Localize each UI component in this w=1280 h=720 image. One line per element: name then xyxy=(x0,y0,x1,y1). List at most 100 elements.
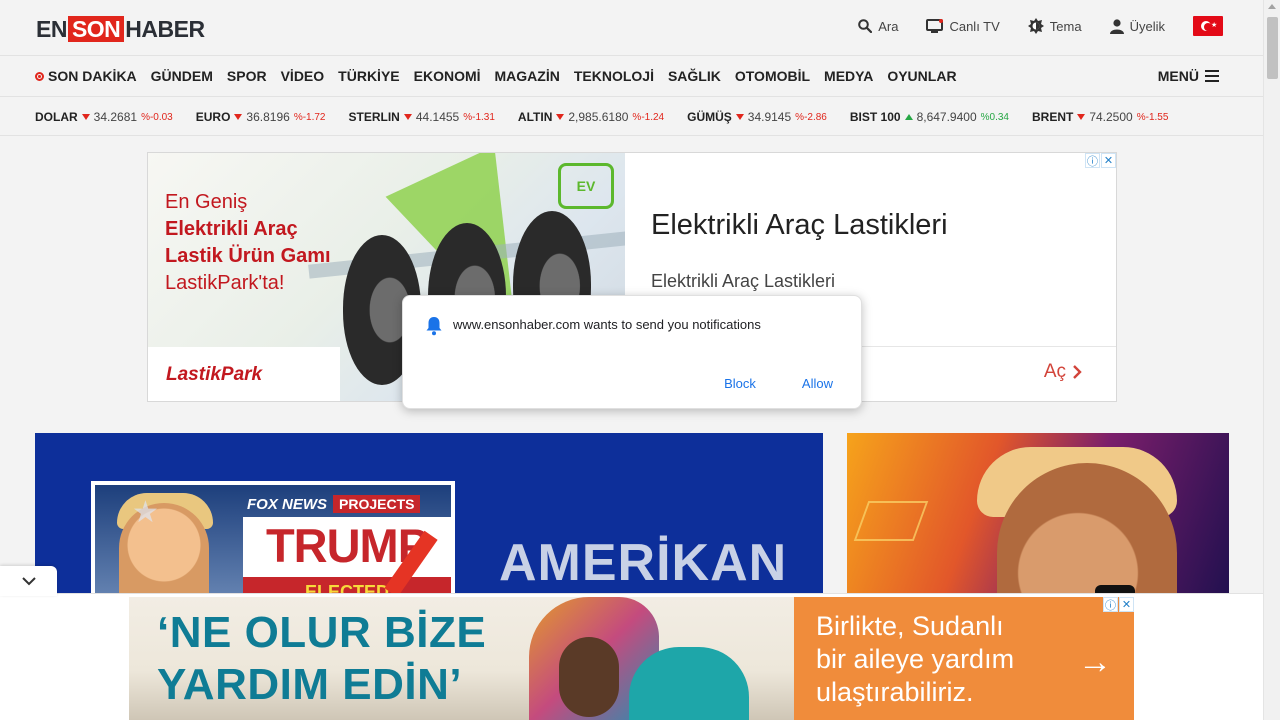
block-button[interactable]: Block xyxy=(724,376,756,391)
ticker-value: 34.9145 xyxy=(747,110,792,124)
nav-items: SON DAKİKA GÜNDEM SPOR VİDEO TÜRKİYE EKO… xyxy=(35,68,957,84)
ticker-name: STERLIN xyxy=(348,110,400,124)
nav-item-teknoloji[interactable]: TEKNOLOJİ xyxy=(574,68,654,84)
logo-en: EN xyxy=(36,15,67,42)
hero-news-card[interactable]: FOX NEWS PROJECTS TRUMP ELECTED ★ AMERİK… xyxy=(35,433,823,598)
hexagon-graphic xyxy=(853,501,929,541)
fox-text: FOX NEWS xyxy=(247,495,328,513)
live-tv-label: Canlı TV xyxy=(949,18,1000,34)
side-news-card[interactable] xyxy=(847,433,1229,598)
scrollbar-thumb[interactable] xyxy=(1267,17,1278,79)
ticker-row: DOLAR 34.2681 %-0.03 EURO 36.8196 %-1.72 STE… xyxy=(35,110,1168,124)
down-arrow-icon xyxy=(234,114,243,120)
ad-bottom-cta-text: Birlikte, Sudanlı bir aileye yardım ulaş… xyxy=(816,610,1014,709)
vertical-scrollbar[interactable] xyxy=(1263,0,1280,720)
cta-line: bir aileye yardım xyxy=(816,644,1015,674)
bell-icon xyxy=(426,317,442,336)
market-tickers: DOLAR 34.2681 %-0.03 EURO 36.8196 %-1.72 STE… xyxy=(0,98,1263,136)
nav-item-otomobil[interactable]: OTOMOBİL xyxy=(735,68,810,84)
ad-open-label: Aç xyxy=(1043,361,1066,382)
nav-item-video[interactable]: VİDEO xyxy=(281,68,325,84)
live-tv-button[interactable]: Canlı TV xyxy=(926,18,1000,34)
search-icon xyxy=(858,19,873,33)
nav-item-spor[interactable]: SPOR xyxy=(227,68,267,84)
nav-item-saglik[interactable]: SAĞLIK xyxy=(668,68,721,84)
ticker-brent[interactable]: BRENT 74.2500 %-1.55 xyxy=(1032,110,1168,124)
fox-news-label: FOX NEWS PROJECTS xyxy=(247,495,421,513)
cta-line: ulaştırabiliriz. xyxy=(816,677,974,707)
hero-title[interactable]: AMERİKAN xyxy=(499,533,787,593)
nav-item-turkiye[interactable]: TÜRKİYE xyxy=(338,68,399,84)
notification-message: www.ensonhaber.com wants to send you not… xyxy=(453,317,761,332)
ticker-euro[interactable]: EURO 36.8196 %-1.72 xyxy=(196,110,326,124)
ticker-name: DOLAR xyxy=(35,110,78,124)
ticker-value: 2,985.6180 xyxy=(568,110,629,124)
ad-info-icon[interactable]: ⓘ xyxy=(1085,153,1100,168)
ad-bottom-image: ‘NE OLUR BİZE YARDIM EDİN’ xyxy=(129,597,794,720)
page: EN SON HABER Ara Canlı TV Tema Üyelik ★ … xyxy=(0,0,1263,720)
star-icon: ★ xyxy=(132,496,159,529)
ad-info-icon[interactable]: ⓘ xyxy=(1103,597,1118,612)
membership-button[interactable]: Üyelik xyxy=(1109,18,1165,34)
ticker-value: 34.2681 xyxy=(93,110,138,124)
ad-image-text: En Geniş Elektrikli Araç Lastik Ürün Gam… xyxy=(165,189,331,297)
nav-item-oyunlar[interactable]: OYUNLAR xyxy=(887,68,956,84)
menu-button[interactable]: MENÜ xyxy=(1158,68,1219,84)
logo-haber: HABER xyxy=(125,15,205,42)
tv-icon xyxy=(926,19,944,33)
nav-item-magazin[interactable]: MAGAZİN xyxy=(495,68,560,84)
menu-label: MENÜ xyxy=(1157,68,1199,84)
ticker-change: %-0.03 xyxy=(141,111,173,123)
logo-son: SON xyxy=(67,16,125,42)
ad-close-icon[interactable]: ✕ xyxy=(1119,597,1134,612)
site-logo[interactable]: EN SON HABER xyxy=(36,16,205,42)
turkey-flag-icon[interactable]: ★ xyxy=(1193,16,1223,36)
arrow-right-icon[interactable]: → xyxy=(1078,643,1112,682)
ad-bottom-person-image xyxy=(529,597,749,720)
bottom-advertisement[interactable]: ‘NE OLUR BİZE YARDIM EDİN’ Birlikte, Sud… xyxy=(129,597,1134,720)
ticker-sterlin[interactable]: STERLIN 44.1455 %-1.31 xyxy=(349,110,495,124)
ad-title[interactable]: Elektrikli Araç Lastikleri xyxy=(651,209,948,242)
ticker-change: %-1.24 xyxy=(632,111,665,123)
ticker-value: 8,647.9400 xyxy=(916,110,977,124)
ad-bottom-cta-panel[interactable]: Birlikte, Sudanlı bir aileye yardım ulaş… xyxy=(794,597,1134,720)
nav-item-son-dakika[interactable]: SON DAKİKA xyxy=(35,68,137,84)
ev-badge-icon: EV xyxy=(558,163,614,209)
up-arrow-icon xyxy=(904,114,913,120)
ticker-change: %-1.72 xyxy=(293,111,326,123)
ticker-name: BIST 100 xyxy=(849,110,901,124)
ticker-name: BRENT xyxy=(1031,110,1074,124)
ticker-bist100[interactable]: BIST 100 8,647.9400 %0.34 xyxy=(850,110,1009,124)
ticker-dolar[interactable]: DOLAR 34.2681 %-0.03 xyxy=(35,110,173,124)
theme-button[interactable]: Tema xyxy=(1027,18,1082,34)
search-button[interactable]: Ara xyxy=(858,19,898,34)
ticker-change: %0.34 xyxy=(980,111,1009,123)
ad-close-icon[interactable]: ✕ xyxy=(1101,153,1116,168)
live-dot-icon xyxy=(35,71,44,81)
nav-item-ekonomi[interactable]: EKONOMİ xyxy=(414,68,481,84)
down-arrow-icon xyxy=(735,114,744,120)
ad-subtitle: Elektrikli Araç Lastikleri xyxy=(651,271,836,291)
user-icon xyxy=(1109,18,1124,34)
nav-item-label: SON DAKİKA xyxy=(48,68,137,84)
collapse-ad-button[interactable] xyxy=(0,566,57,596)
ad-image-line: En Geniş xyxy=(165,191,248,213)
site-header: EN SON HABER Ara Canlı TV Tema Üyelik ★ xyxy=(0,0,1263,56)
allow-button[interactable]: Allow xyxy=(802,376,833,391)
down-arrow-icon xyxy=(556,114,565,120)
nav-item-gundem[interactable]: GÜNDEM xyxy=(151,68,213,84)
ticker-name: EURO xyxy=(195,110,231,124)
scroll-up-arrow-icon[interactable] xyxy=(1268,4,1276,9)
hamburger-icon xyxy=(1205,70,1219,82)
ad-bottom-line1: ‘NE OLUR BİZE xyxy=(157,608,487,657)
ticker-change: %-1.55 xyxy=(1136,111,1169,123)
ticker-value: 44.1455 xyxy=(415,110,460,124)
ad-open-button[interactable]: Aç xyxy=(1044,361,1082,383)
ad-bottom-controls: ⓘ ✕ xyxy=(1103,597,1134,612)
ad-image-line: LastikPark'ta! xyxy=(165,272,285,294)
ticker-altin[interactable]: ALTIN 2,985.6180 %-1.24 xyxy=(518,110,664,124)
nav-item-medya[interactable]: MEDYA xyxy=(824,68,873,84)
ticker-gumus[interactable]: GÜMÜŞ 34.9145 %-2.86 xyxy=(687,110,827,124)
theme-label: Tema xyxy=(1049,18,1082,34)
down-arrow-icon xyxy=(81,114,90,120)
